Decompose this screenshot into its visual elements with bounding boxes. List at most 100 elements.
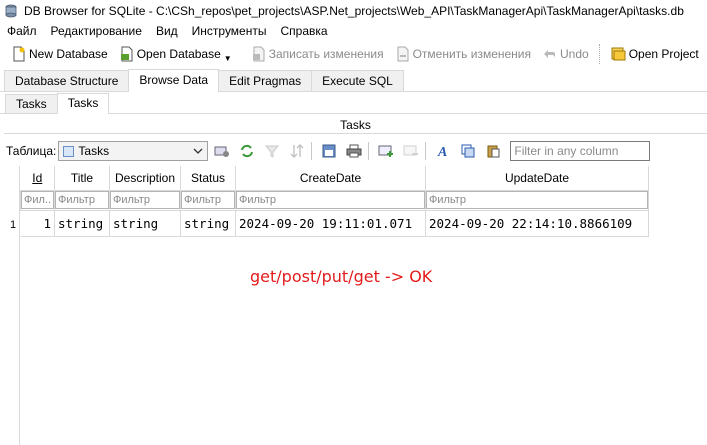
sub-tab-tasks-2[interactable]: Tasks — [56, 93, 110, 114]
revert-changes-icon — [397, 46, 409, 62]
data-grid-area: 1 Id Title Description Status CreateDate… — [4, 166, 707, 445]
toolbar-grip[interactable] — [598, 44, 600, 64]
filter-cell — [54, 189, 110, 211]
write-changes-label: Записать изменения — [268, 47, 384, 61]
table-toolbar-separator — [311, 142, 313, 160]
tab-execute-sql[interactable]: Execute SQL — [311, 70, 404, 91]
new-database-button[interactable]: New Database — [6, 42, 114, 66]
tab-database-structure[interactable]: Database Structure — [4, 70, 130, 91]
window-title: DB Browser for SQLite - C:\CSh_repos\pet… — [24, 4, 684, 18]
clear-sorting-icon — [290, 144, 304, 158]
open-project-label: Open Project — [628, 47, 699, 61]
column-header-title[interactable]: Title — [54, 166, 110, 191]
filter-updatedate-input[interactable] — [426, 191, 648, 209]
insert-record-button[interactable] — [375, 141, 397, 161]
menu-tools[interactable]: Инструменты — [185, 22, 274, 40]
paste-icon — [487, 145, 500, 158]
filter-createdate-input[interactable] — [236, 191, 425, 209]
refresh-table-icon — [214, 146, 230, 157]
delete-record-button[interactable] — [400, 141, 422, 161]
panel-title: Tasks — [4, 116, 707, 134]
text-format-button[interactable]: A — [432, 141, 454, 161]
menu-help[interactable]: Справка — [273, 22, 334, 40]
menu-edit[interactable]: Редактирование — [44, 22, 149, 40]
delete-record-icon — [403, 145, 419, 156]
tab-edit-pragmas[interactable]: Edit Pragmas — [218, 70, 313, 91]
table-label: Таблица: — [6, 144, 57, 158]
write-changes-button[interactable]: Записать изменения — [246, 42, 390, 66]
main-tab-bar: Database Structure Browse Data Edit Prag… — [0, 69, 707, 92]
tab-browse-data[interactable]: Browse Data — [128, 69, 220, 92]
row-number[interactable]: 1 — [10, 219, 16, 231]
open-database-button[interactable]: Open Database ▼ — [114, 42, 238, 66]
db-browser-app-icon — [4, 4, 18, 18]
clear-filters-icon — [265, 145, 280, 158]
browse-sub-tab-bar: Tasks Tasks — [0, 92, 707, 114]
column-header-description[interactable]: Description — [109, 166, 181, 191]
table-row[interactable]: 1 string string string 2024-09-20 19:11:… — [20, 210, 649, 237]
table-select[interactable]: Tasks — [58, 141, 209, 161]
cell-description[interactable]: string — [109, 210, 181, 237]
data-grid: Id Title Description Status CreateDate U… — [20, 166, 649, 237]
filter-status-input[interactable] — [181, 191, 235, 209]
save-table-icon — [322, 144, 336, 158]
cell-updatedate[interactable]: 2024-09-20 22:14:10.8866109 — [425, 210, 649, 237]
cell-createdate[interactable]: 2024-09-20 19:11:01.071 — [235, 210, 426, 237]
menu-file[interactable]: Файл — [0, 22, 44, 40]
column-header-status[interactable]: Status — [180, 166, 236, 191]
cell-title[interactable]: string — [54, 210, 110, 237]
column-header-updatedate[interactable]: UpdateDate — [425, 166, 649, 191]
new-database-label: New Database — [29, 47, 108, 61]
svg-text:A: A — [437, 145, 447, 158]
cell-status[interactable]: string — [180, 210, 236, 237]
table-toolbar: Таблица: Tasks A Filter in any column — [0, 138, 707, 164]
sub-tab-tasks-1[interactable]: Tasks — [5, 94, 58, 113]
open-project-button[interactable]: Open Project — [604, 42, 705, 66]
table-icon — [63, 145, 75, 157]
save-table-button[interactable] — [318, 141, 340, 161]
filter-cell — [109, 189, 181, 211]
sync-button[interactable] — [236, 141, 258, 161]
new-database-icon — [13, 46, 25, 62]
copy-icon — [461, 144, 475, 158]
filter-description-input[interactable] — [110, 191, 180, 209]
open-database-icon — [120, 46, 133, 62]
filter-cell — [20, 189, 55, 211]
cell-id[interactable]: 1 — [20, 210, 55, 237]
refresh-table-button[interactable] — [211, 141, 233, 161]
open-project-icon — [611, 47, 626, 61]
column-header-id[interactable]: Id — [20, 166, 55, 191]
menu-bar: Файл Редактирование Вид Инструменты Спра… — [0, 22, 707, 40]
main-toolbar: New Database Open Database ▼ Записать из… — [0, 40, 707, 68]
clear-filters-button[interactable] — [261, 141, 283, 161]
insert-record-icon — [378, 145, 394, 157]
filter-all-columns-input[interactable] — [510, 141, 651, 161]
filter-id-input[interactable] — [21, 191, 54, 209]
undo-icon — [544, 50, 556, 58]
filter-title-input[interactable] — [55, 191, 109, 209]
open-database-dropdown-icon[interactable]: ▼ — [224, 54, 232, 63]
annotation-text: get/post/put/get -> OK — [250, 267, 433, 286]
print-button[interactable] — [343, 141, 365, 161]
font-icon: A — [437, 145, 447, 158]
selected-table-name: Tasks — [78, 144, 110, 158]
menu-view[interactable]: Вид — [149, 22, 185, 40]
filter-cell — [235, 189, 426, 211]
copy-table-button[interactable] — [457, 141, 479, 161]
chevron-down-icon — [193, 148, 203, 154]
filter-row — [20, 189, 649, 211]
write-changes-icon — [252, 46, 265, 62]
clear-sorting-button[interactable] — [286, 141, 308, 161]
row-number-column — [4, 166, 20, 445]
print-icon — [346, 144, 362, 158]
undo-label: Undo — [560, 47, 589, 61]
table-toolbar-separator — [425, 142, 427, 160]
paste-button[interactable] — [482, 141, 504, 161]
undo-button[interactable]: Undo — [537, 42, 595, 66]
revert-changes-label: Отменить изменения — [412, 47, 532, 61]
sync-icon — [241, 144, 254, 158]
title-bar: DB Browser for SQLite - C:\CSh_repos\pet… — [0, 0, 707, 22]
column-header-createdate[interactable]: CreateDate — [235, 166, 426, 191]
table-toolbar-separator — [368, 142, 370, 160]
revert-changes-button[interactable]: Отменить изменения — [390, 42, 537, 66]
